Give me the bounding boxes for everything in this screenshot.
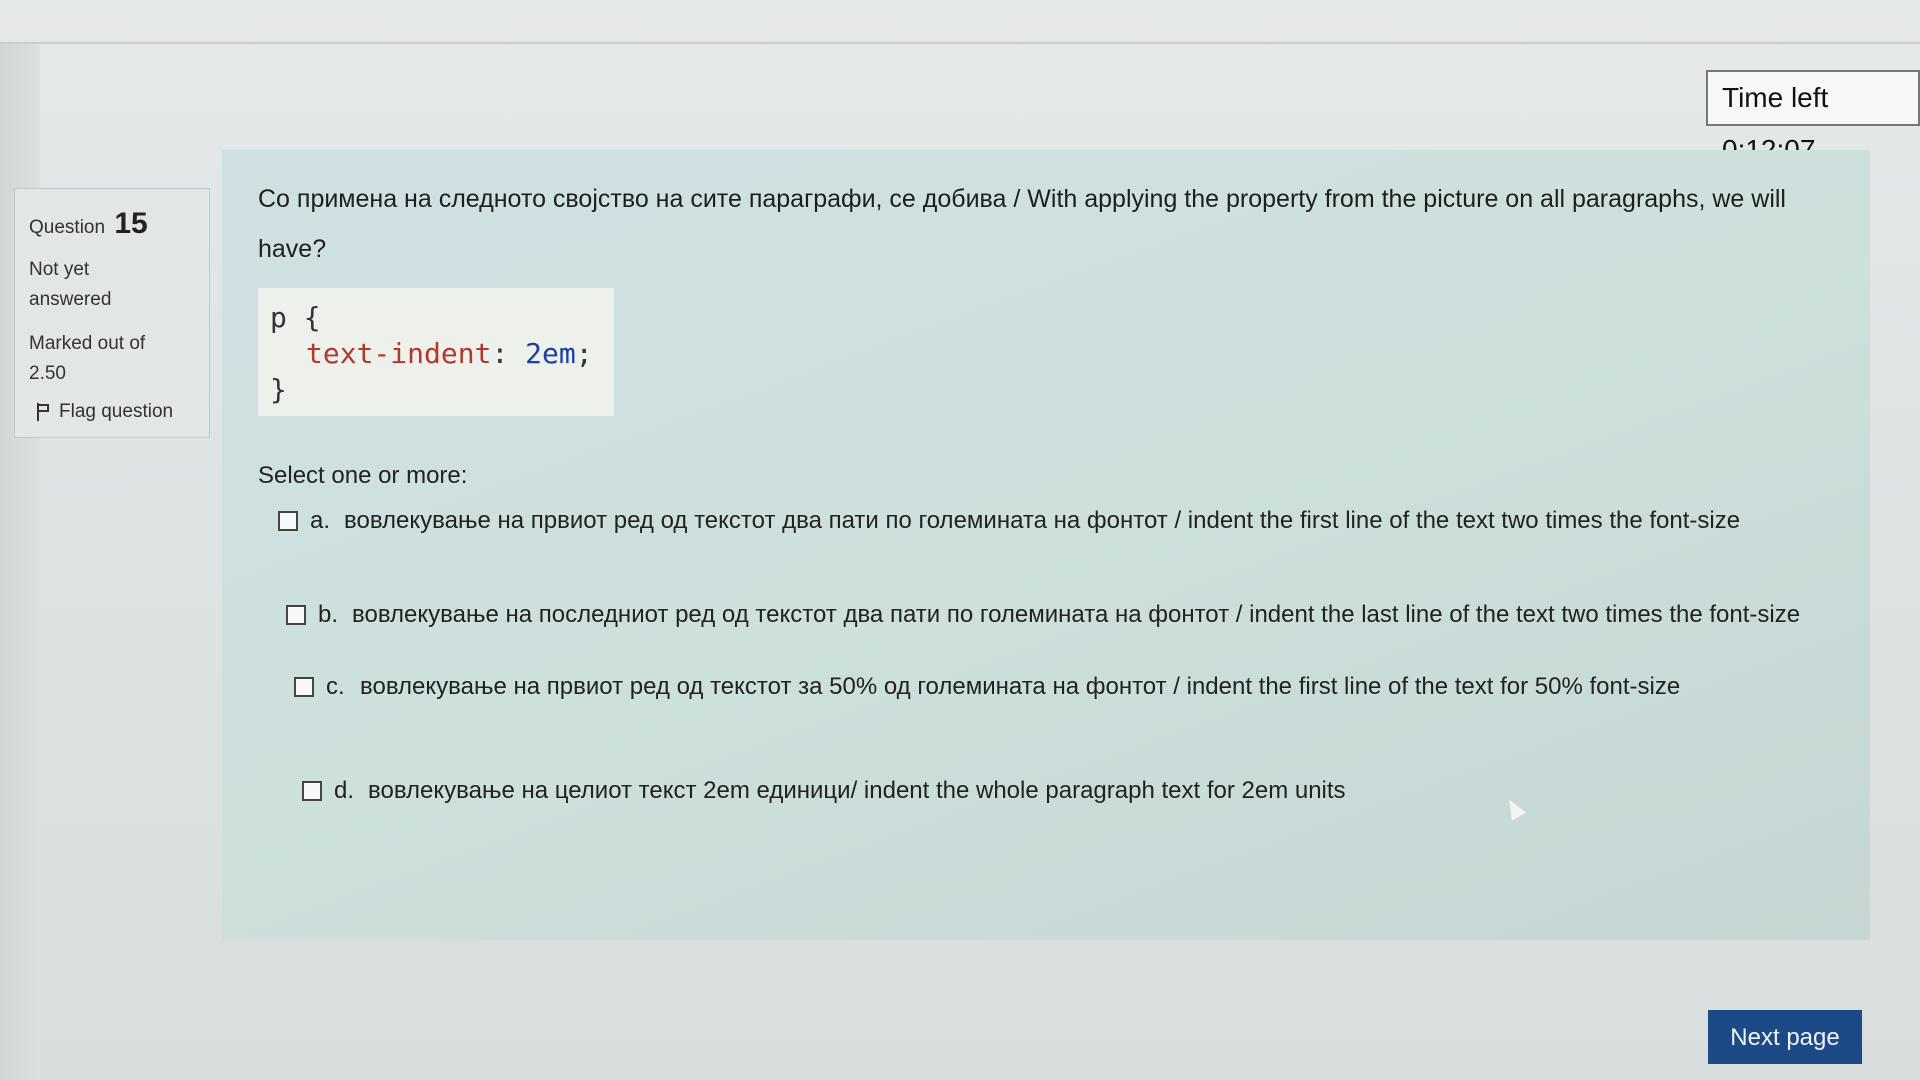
code-property: text-indent [306,337,492,370]
option-c-checkbox[interactable] [294,677,314,697]
code-line-declaration: text-indent: 2em; [270,336,602,372]
question-grade: Marked out of 2.50 [29,329,195,389]
code-line-selector: p { [270,301,321,334]
question-number-row: Question 15 [29,207,195,241]
status-line-1: Not yet [29,259,90,280]
option-c[interactable]: c. вовлекување на првиот ред од текстот … [294,668,1834,706]
question-content-panel: Со примена на следното својство на сите … [222,150,1870,940]
next-page-button[interactable]: Next page [1708,1010,1862,1064]
question-status: Not yet answered [29,255,195,315]
option-b-checkbox[interactable] [286,605,306,625]
marks-line-1: Marked out of [29,333,146,354]
option-a-checkbox[interactable] [278,511,298,531]
option-a-text[interactable]: вовлекување на првиот ред од текстот два… [344,502,1834,540]
flag-question-label: Flag question [59,401,174,422]
option-d-checkbox[interactable] [302,781,322,801]
question-label: Question [29,217,106,238]
option-c-text[interactable]: вовлекување на првиот ред од текстот за … [360,668,1834,706]
status-line-2: answered [29,289,112,310]
time-left-indicator: Time left 0:12:07 [1706,70,1920,165]
option-b[interactable]: b. вовлекување на последниот ред од текс… [286,596,1834,634]
option-a-letter: a. [310,507,331,534]
code-value: 2em [525,337,576,370]
option-b-text[interactable]: вовлекување на последниот ред од текстот… [352,596,1834,634]
question-number: 15 [114,207,148,240]
quiz-page: Time left 0:12:07 Question 15 Not yet an… [0,0,1920,1080]
option-d-letter: d. [334,777,355,804]
flag-question-link[interactable]: Flag question [29,401,195,423]
flag-icon [37,403,51,421]
code-semicolon: ; [575,337,593,370]
marks-line-2: 2.50 [29,363,66,384]
option-c-letter: c. [326,673,345,700]
select-instruction: Select one or more: [258,462,468,489]
code-line-close: } [270,373,287,406]
option-b-letter: b. [318,601,339,628]
option-d-text[interactable]: вовлекување на целиот текст 2em единици/… [368,772,1834,810]
answer-options: a. вовлекување на првиот ред од текстот … [258,502,1834,810]
header-divider [0,42,1920,44]
question-info-panel: Question 15 Not yet answered Marked out … [14,188,210,438]
option-a[interactable]: a. вовлекување на првиот ред од текстот … [278,502,1834,540]
question-text: Со примена на следното својство на сите … [258,185,1786,263]
code-colon: : [491,337,526,370]
code-snippet: p { text-indent: 2em; } [258,288,614,416]
option-d[interactable]: d. вовлекување на целиот текст 2em едини… [302,772,1834,810]
